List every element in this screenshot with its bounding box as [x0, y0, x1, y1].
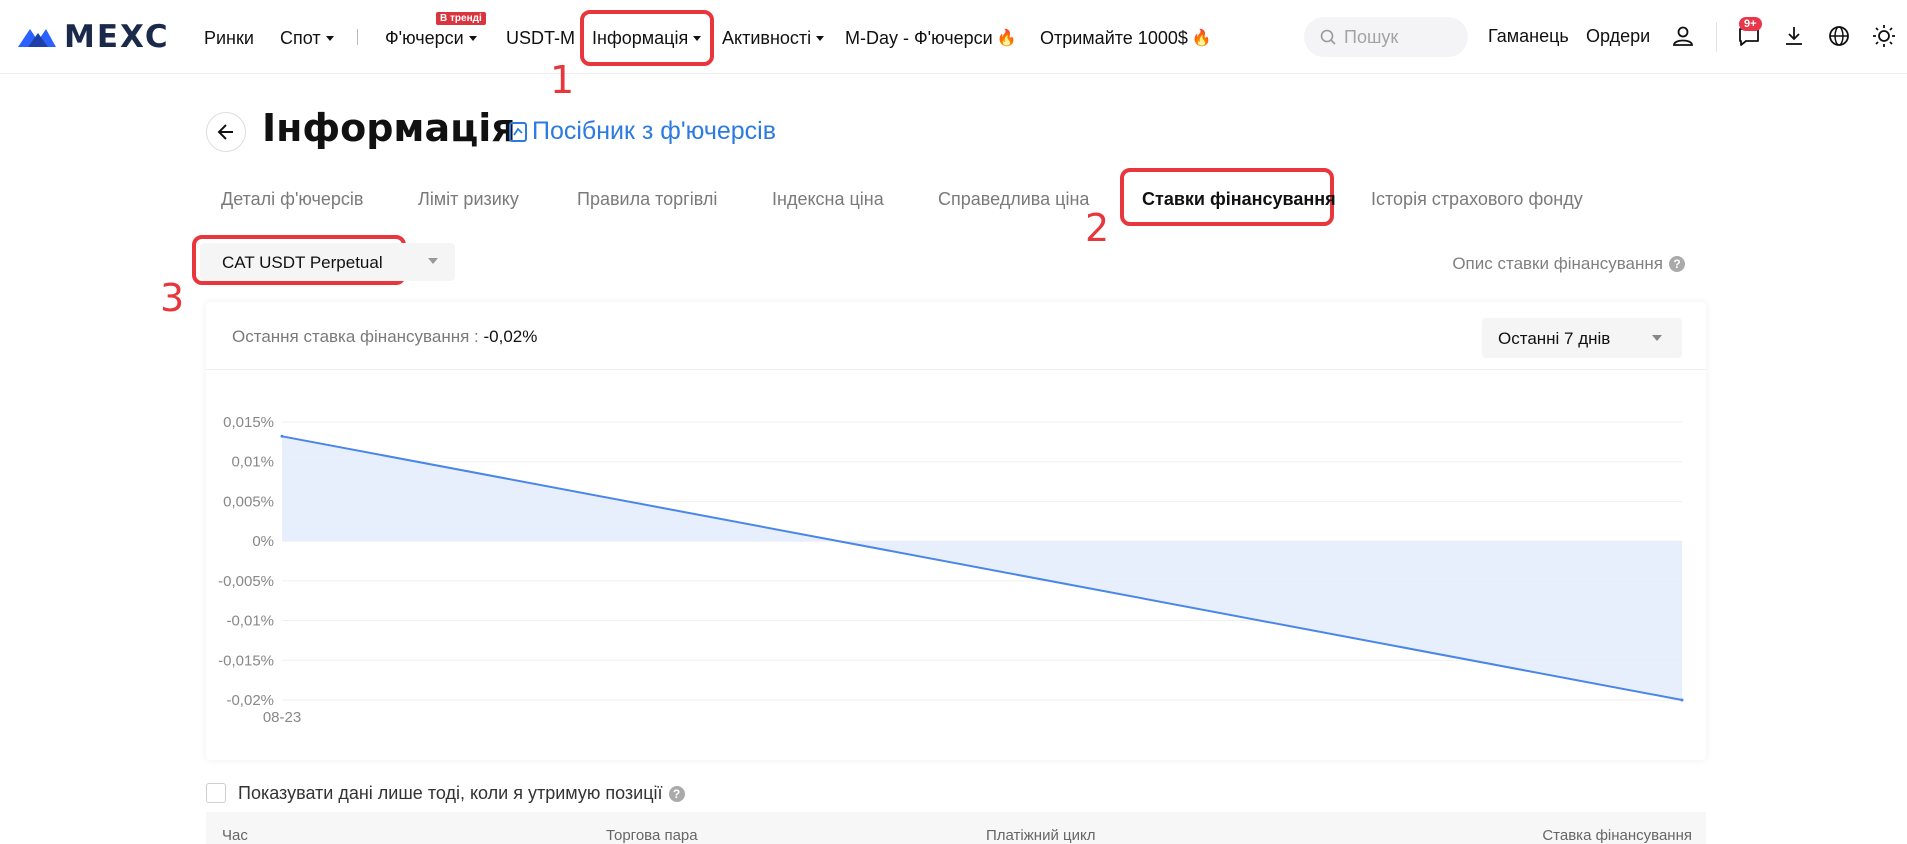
last-funding-rate-value: -0,02% — [483, 327, 538, 346]
arrow-left-icon — [217, 124, 233, 140]
y-tick-label: 0,015% — [223, 414, 274, 431]
nav-futures-label: Ф'ючерси — [385, 27, 464, 48]
nav-usdt-m[interactable]: USDT-M — [506, 26, 575, 50]
nav-activities[interactable]: Активності — [722, 26, 825, 50]
question-icon[interactable]: ? — [668, 785, 685, 802]
nav-get-reward[interactable]: Отримайте 1000$ 🔥 — [1040, 26, 1212, 50]
annotation-box-1 — [580, 10, 714, 66]
nav-spot-label: Спот — [280, 27, 321, 48]
y-tick-label: -0,01% — [226, 613, 274, 630]
only-positions-label: Показувати дані лише тоді, коли я утриму… — [238, 783, 685, 804]
nav-activities-label: Активності — [722, 27, 812, 48]
question-icon: ? — [1669, 256, 1685, 272]
tab-risk-limit[interactable]: Ліміт ризику — [418, 189, 519, 210]
funding-rate-description-link[interactable]: Опис ставки фінансування ? — [1452, 254, 1685, 274]
y-tick-label: 0,005% — [223, 493, 274, 510]
nav-get-reward-label: Отримайте 1000$ — [1040, 27, 1188, 48]
contract-select-value: CAT USDT Perpetual — [222, 253, 383, 272]
chevron-down-icon — [1652, 335, 1662, 341]
fire-icon: 🔥 — [1191, 30, 1212, 47]
y-tick-label: 0% — [252, 533, 274, 550]
funding-rate-chart: 0,015% 0,01% 0,005% 0% -0,005% -0,01% -0,015% -… — [218, 414, 1684, 726]
data-point — [280, 434, 284, 438]
tab-futures-details[interactable]: Деталі ф'ючерсів — [221, 189, 363, 210]
tab-trading-rules[interactable]: Правила торгівлі — [577, 189, 717, 210]
fire-icon: 🔥 — [996, 30, 1017, 47]
only-positions-text: Показувати дані лише тоді, коли я утриму… — [238, 783, 663, 803]
nav-divider — [357, 29, 358, 45]
column-header-rate[interactable]: Ставка фінансування — [1542, 827, 1692, 844]
funding-rate-card: Остання ставка фінансування : -0,02% Ост… — [206, 302, 1706, 760]
x-tick-label: 08-23 — [263, 709, 301, 726]
back-button[interactable] — [206, 112, 246, 152]
notification-badge: 9+ — [1739, 17, 1762, 31]
logo-text: MEXC — [64, 19, 170, 55]
chevron-down-icon[interactable] — [428, 258, 438, 264]
y-tick-label: 0,01% — [231, 454, 274, 471]
user-icon[interactable] — [1668, 21, 1698, 51]
y-tick-label: -0,005% — [218, 573, 274, 590]
annotation-number-1: 1 — [550, 58, 575, 102]
globe-icon[interactable] — [1824, 21, 1854, 51]
y-tick-label: -0,02% — [226, 692, 274, 709]
column-header-cycle[interactable]: Платіжний цикл — [986, 827, 1095, 844]
data-point — [1680, 698, 1684, 702]
page-title: Інформація — [262, 106, 516, 150]
nav-usdt-m-label: USDT-M — [506, 27, 575, 48]
mexc-logo-icon — [18, 29, 56, 47]
download-icon[interactable] — [1779, 21, 1809, 51]
nav-orders[interactable]: Ордери — [1586, 26, 1650, 47]
table-header: Час Торгова пара Платіжний цикл Ставка ф… — [206, 812, 1706, 844]
annotation-number-3: 3 — [160, 276, 185, 320]
nav-divider — [1716, 22, 1717, 52]
nav-markets-label: Ринки — [204, 27, 254, 48]
contract-select[interactable]: CAT USDT Perpetual — [200, 243, 455, 281]
last-funding-rate-label: Остання ставка фінансування : — [232, 327, 479, 346]
tab-funding-rates[interactable]: Ставки фінансування — [1142, 189, 1336, 210]
last-funding-rate: Остання ставка фінансування : -0,02% — [232, 327, 537, 347]
y-tick-label: -0,015% — [218, 652, 274, 669]
mexc-logo[interactable]: MEXC — [16, 19, 170, 55]
futures-guide-link[interactable]: Посібник з ф'ючерсів — [508, 117, 776, 146]
search-icon — [1320, 29, 1336, 45]
period-select-value: Останні 7 днів — [1498, 329, 1611, 348]
trending-badge: В тренді — [436, 12, 486, 25]
nav-futures[interactable]: Ф'ючерси — [385, 26, 477, 50]
top-navigation: MEXC Ринки Спот В тренді Ф'ючерси USDT-M… — [0, 0, 1907, 74]
column-header-time[interactable]: Час — [222, 827, 248, 844]
card-header: Остання ставка фінансування : -0,02% Ост… — [206, 302, 1706, 370]
only-positions-checkbox[interactable] — [206, 783, 226, 803]
annotation-number-2: 2 — [1085, 206, 1110, 250]
chevron-down-icon — [816, 35, 825, 41]
nav-mday[interactable]: M-Day - Ф'ючерси 🔥 — [845, 26, 1017, 50]
funding-rate-description-label: Опис ставки фінансування — [1452, 254, 1663, 273]
period-select[interactable]: Останні 7 днів — [1482, 318, 1682, 358]
futures-guide-label: Посібник з ф'ючерсів — [532, 117, 777, 145]
nav-markets[interactable]: Ринки — [204, 26, 254, 50]
nav-wallet[interactable]: Гаманець — [1488, 26, 1569, 47]
search-box[interactable] — [1304, 17, 1468, 57]
nav-mday-label: M-Day - Ф'ючерси — [845, 27, 993, 48]
tab-index-price[interactable]: Індексна ціна — [772, 189, 884, 210]
sun-icon[interactable] — [1869, 21, 1899, 51]
chevron-down-icon — [468, 35, 477, 41]
search-input[interactable] — [1344, 26, 1454, 48]
chevron-down-icon — [325, 35, 334, 41]
column-header-pair[interactable]: Торгова пара — [606, 827, 698, 844]
tab-insurance-fund-history[interactable]: Історія страхового фонду — [1371, 189, 1583, 210]
tab-fair-price[interactable]: Справедлива ціна — [938, 189, 1089, 210]
nav-spot[interactable]: Спот — [280, 26, 334, 50]
book-icon — [509, 121, 527, 142]
